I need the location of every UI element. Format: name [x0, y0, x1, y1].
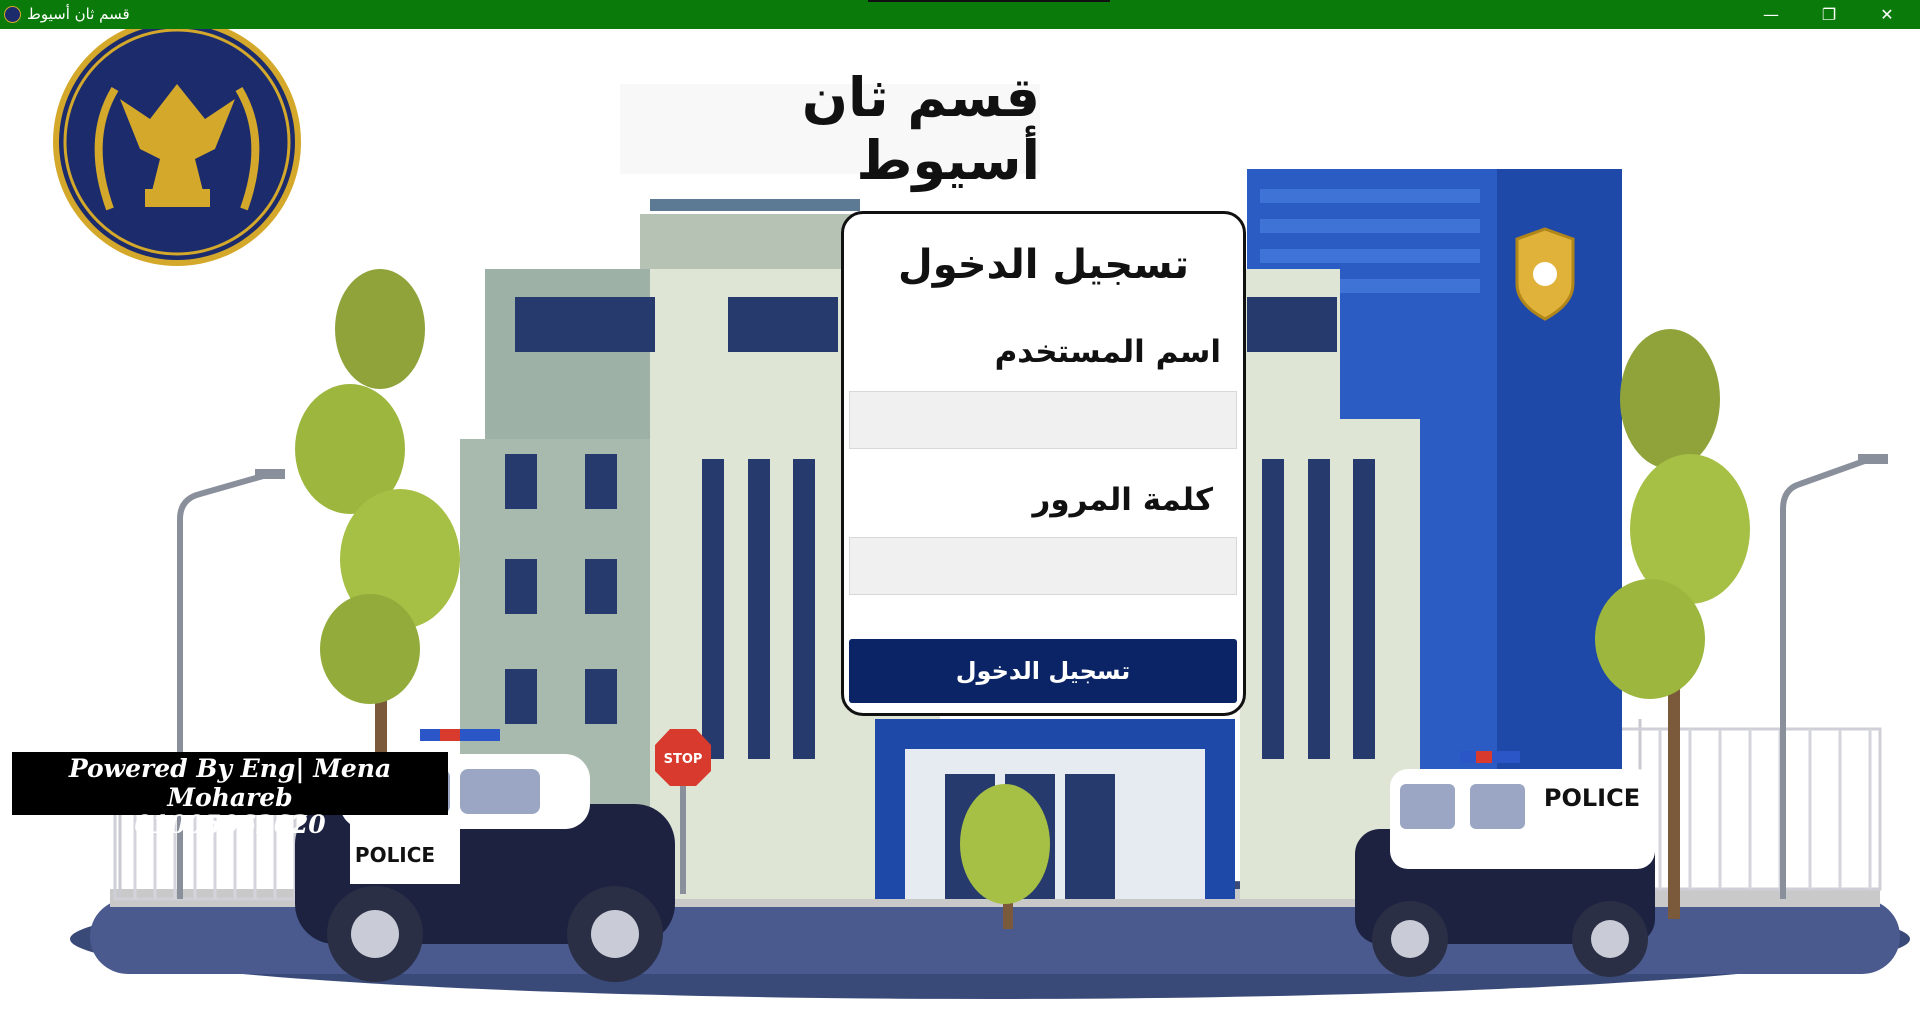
- password-label: كلمة المرور: [1032, 482, 1213, 518]
- credit-box: Powered By Eng| Mena Mohareb 01005062620: [12, 752, 448, 839]
- restore-button[interactable]: ❐: [1800, 0, 1858, 29]
- app-emblem-icon: [4, 6, 21, 23]
- minimize-button[interactable]: —: [1742, 0, 1800, 29]
- username-input[interactable]: [849, 391, 1237, 449]
- titlebar-drag-handle[interactable]: [868, 0, 1110, 2]
- right-car-police-text: POLICE: [1544, 784, 1640, 812]
- login-heading: تسجيل الدخول: [898, 242, 1189, 288]
- username-label: اسم المستخدم: [994, 334, 1221, 370]
- window-titlebar: قسم ثان أسيوط — ❐ ✕: [0, 0, 1920, 29]
- left-car-police-text: POLICE: [355, 843, 435, 867]
- window-title: قسم ثان أسيوط: [27, 5, 130, 23]
- stop-sign-text: STOP: [664, 752, 703, 767]
- credit-phone-text: 01005062620: [134, 810, 326, 839]
- password-input[interactable]: [849, 537, 1237, 595]
- credit-author-text: Powered By Eng| Mena Mohareb: [68, 754, 392, 812]
- close-button[interactable]: ✕: [1858, 0, 1916, 29]
- police-emblem-logo: [53, 29, 301, 266]
- login-form: تسجيل الدخول اسم المستخدم كلمة المرور تس…: [841, 211, 1246, 716]
- login-button[interactable]: تسجيل الدخول: [849, 639, 1237, 703]
- page-title: قسم ثان أسيوط: [620, 66, 1040, 192]
